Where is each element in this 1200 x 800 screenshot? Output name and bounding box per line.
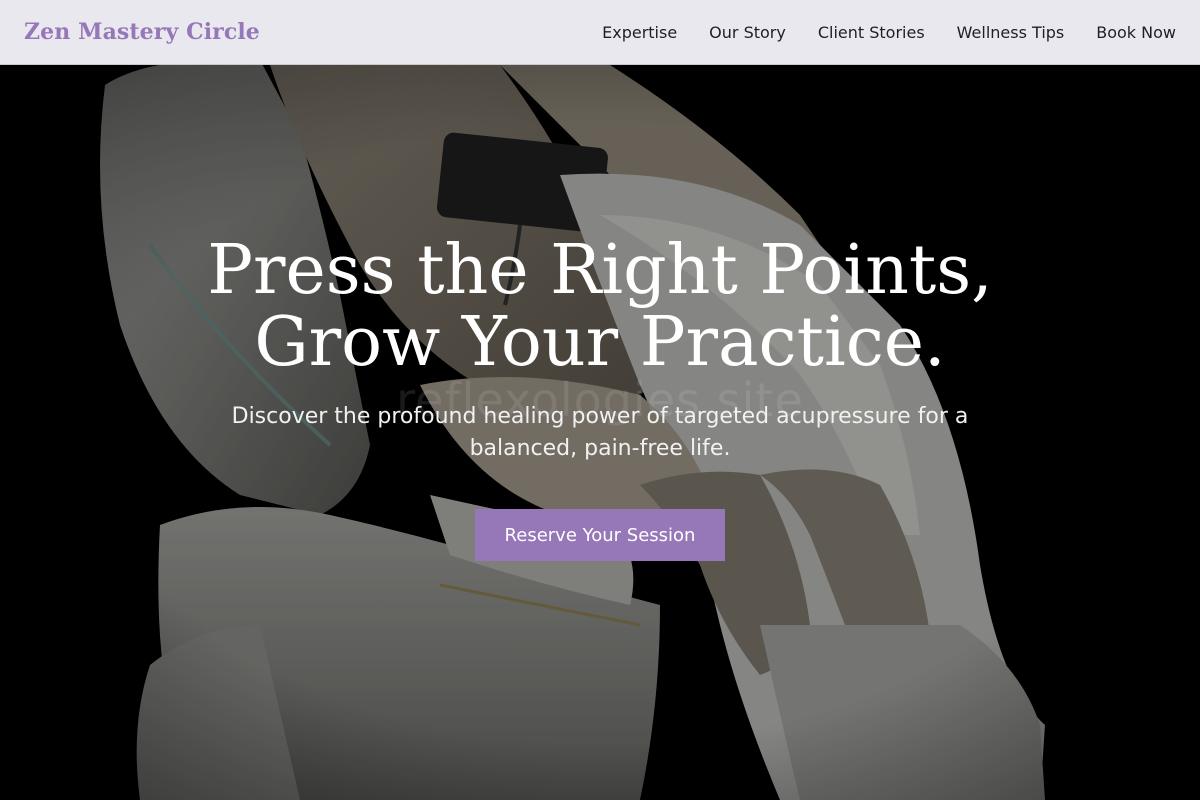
hero-section: reflexologies.site Press the Right Point… [0,65,1200,800]
nav-menu: Expertise Our Story Client Stories Welln… [602,23,1176,42]
hero-title-line1: Press the Right Points, [207,231,993,310]
nav-link-our-story[interactable]: Our Story [709,23,786,42]
navbar: Zen Mastery Circle Expertise Our Story C… [0,0,1200,65]
nav-link-expertise[interactable]: Expertise [602,23,677,42]
hero-subtitle: Discover the profound healing power of t… [231,404,969,461]
brand-logo[interactable]: Zen Mastery Circle [24,19,260,45]
nav-link-book-now[interactable]: Book Now [1096,23,1176,42]
hero-title-line2: Grow Your Practice. [254,303,946,382]
reserve-session-button[interactable]: Reserve Your Session [475,509,725,561]
nav-link-wellness-tips[interactable]: Wellness Tips [957,23,1065,42]
hero-content: Press the Right Points, Grow Your Practi… [0,235,1200,561]
hero-title: Press the Right Points, Grow Your Practi… [150,235,1050,379]
page: Zen Mastery Circle Expertise Our Story C… [0,0,1200,800]
nav-link-client-stories[interactable]: Client Stories [818,23,925,42]
